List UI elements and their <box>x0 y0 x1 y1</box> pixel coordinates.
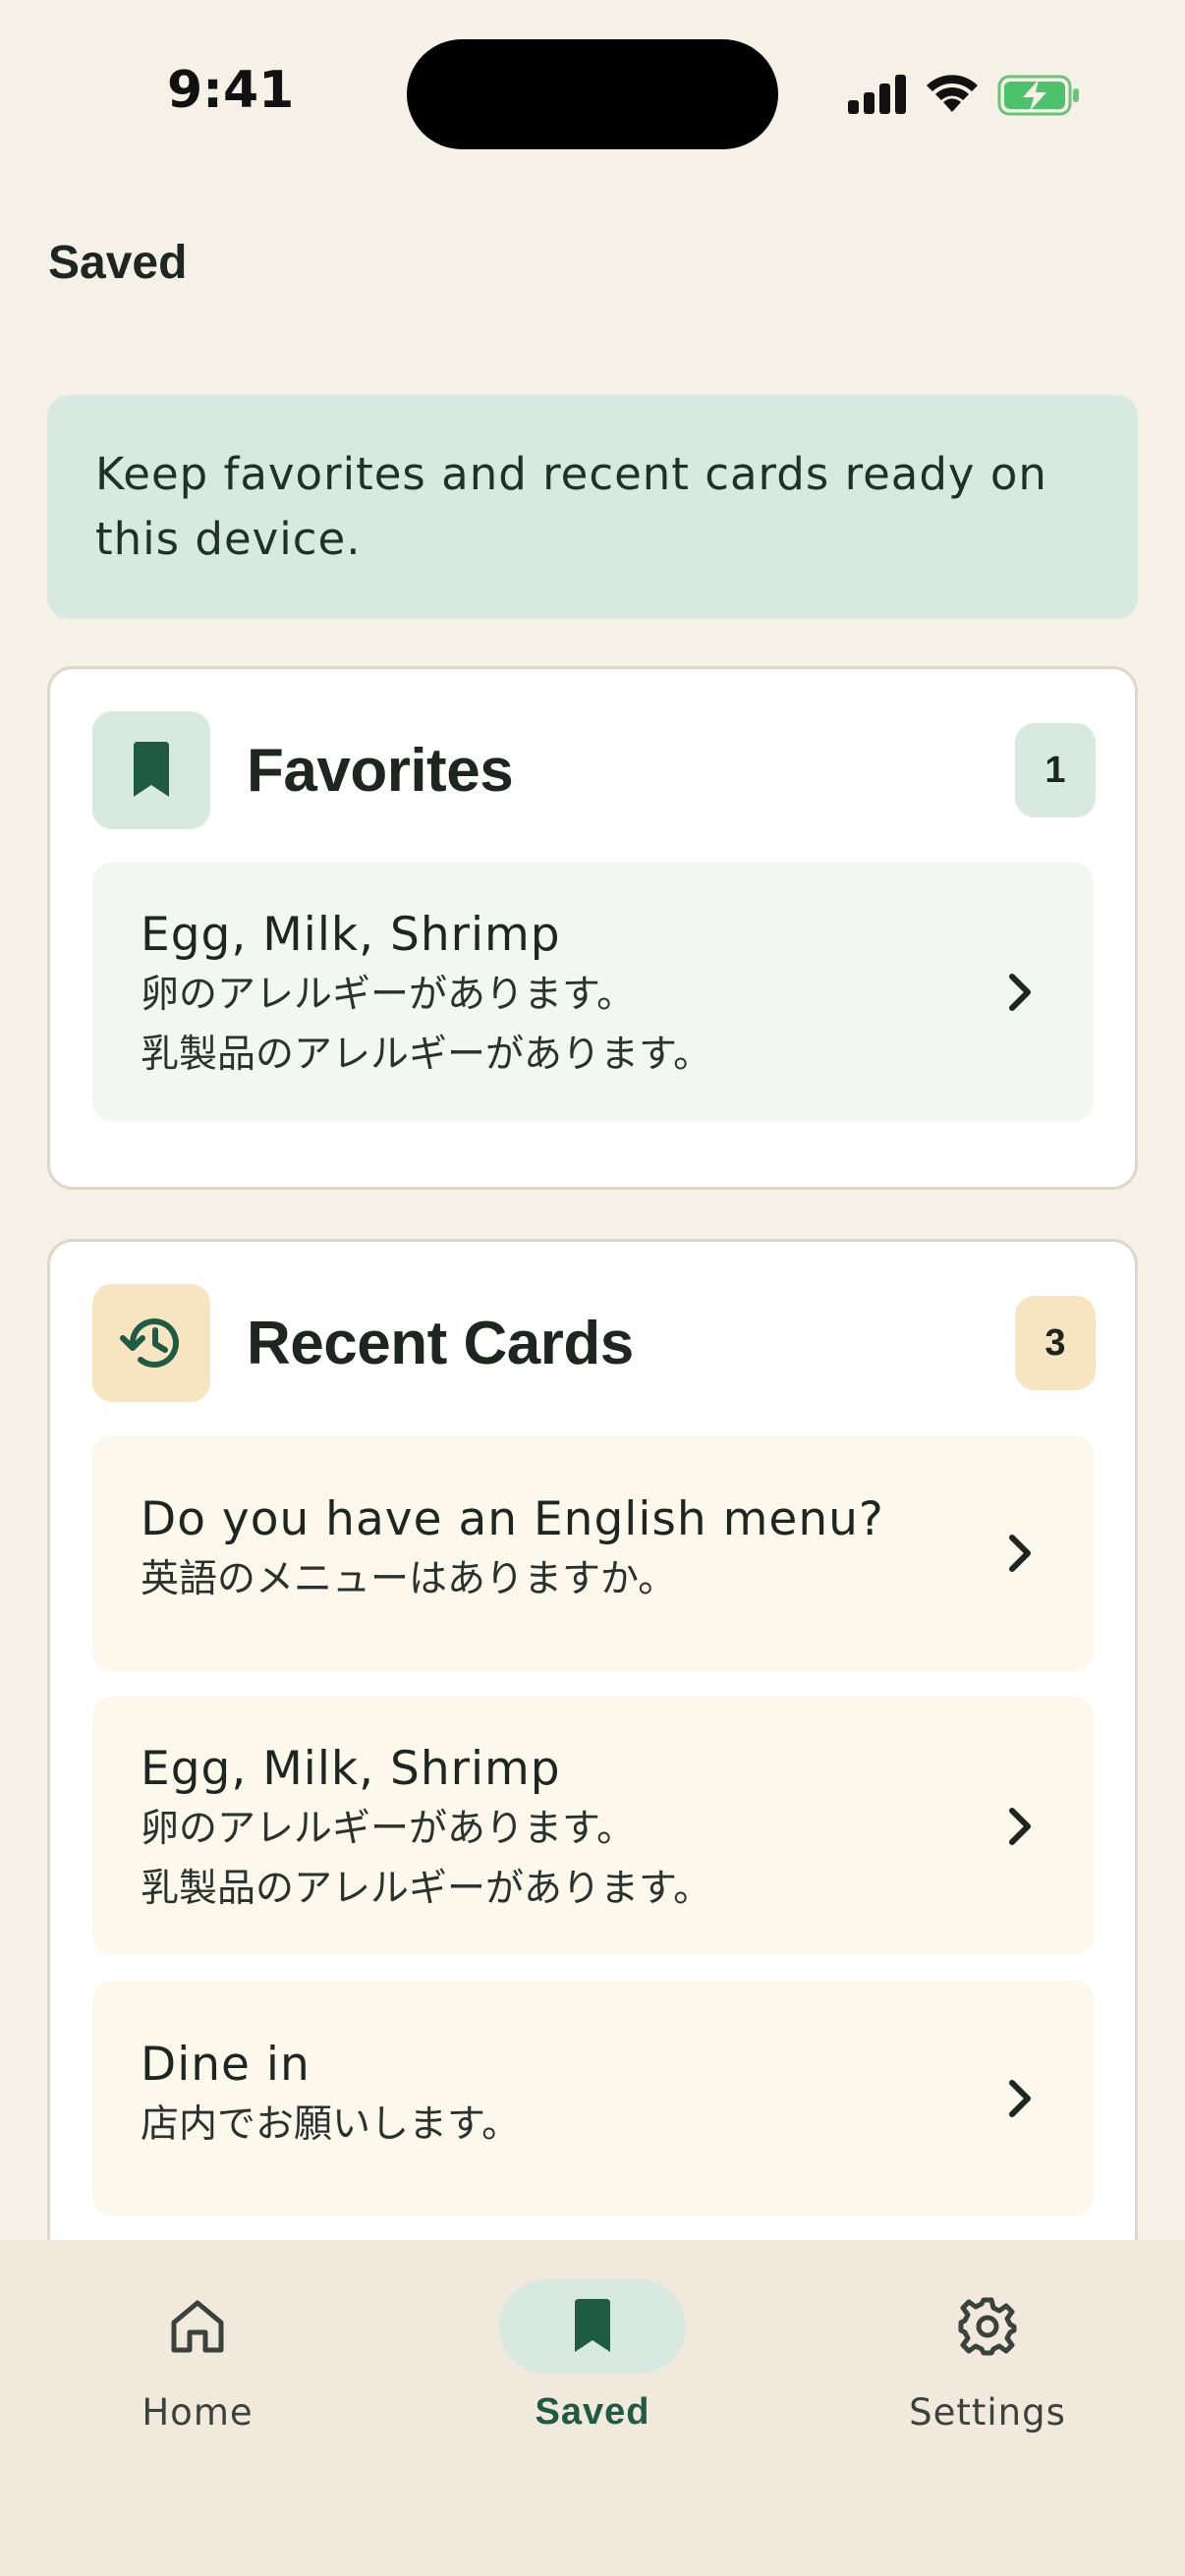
recent-count-badge: 3 <box>1015 1296 1096 1390</box>
favorites-section: Favorites 1 Egg, Milk, Shrimp 卵のアレルギーがあり… <box>47 666 1138 1190</box>
card-japanese-line: 卵のアレルギーがあります。 <box>141 973 636 1017</box>
card-title: Egg, Milk, Shrimp <box>141 1742 561 1796</box>
tab-settings[interactable]: Settings <box>840 2279 1135 2446</box>
history-icon <box>120 1318 179 1369</box>
cellular-signal-icon <box>848 75 906 114</box>
gear-icon <box>958 2297 1017 2356</box>
card-title: Egg, Milk, Shrimp <box>141 908 561 962</box>
chevron-right-icon <box>1009 1535 1031 1572</box>
chevron-right-icon <box>1009 2080 1031 2117</box>
info-banner: Keep favorites and recent cards ready on… <box>47 395 1138 619</box>
card-japanese-line: 卵のアレルギーがあります。 <box>141 1807 636 1851</box>
tab-home-label: Home <box>141 2391 254 2434</box>
status-time: 9:41 <box>167 61 295 120</box>
card-title: Dine in <box>141 2038 310 2092</box>
page-title: Saved <box>48 237 188 289</box>
info-banner-text: Keep favorites and recent cards ready on… <box>95 448 1047 565</box>
card-japanese-line: 店内でお願いします。 <box>141 2102 521 2147</box>
wifi-icon <box>927 75 978 112</box>
card-japanese-line: 乳製品のアレルギーがあります。 <box>141 1867 712 1911</box>
bookmark-icon <box>575 2299 610 2352</box>
favorite-card-item[interactable]: Egg, Milk, Shrimp 卵のアレルギーがあります。 乳製品のアレルギ… <box>92 863 1094 1121</box>
recent-icon-box <box>92 1284 210 1402</box>
saved-screen: 9:41 Saved Keep favorites and recent car… <box>0 0 1185 2576</box>
favorites-icon-box <box>92 711 210 829</box>
recent-card-item[interactable]: Dine in 店内でお願いします。 <box>92 1981 1094 2216</box>
card-japanese-line: 乳製品のアレルギーがあります。 <box>141 1033 712 1077</box>
tab-saved-label: Saved <box>535 2391 650 2433</box>
card-japanese-line: 英語のメニューはありますか。 <box>141 1557 677 1601</box>
chevron-right-icon <box>1009 973 1031 1011</box>
tab-settings-label: Settings <box>909 2391 1066 2434</box>
status-bar: 9:41 <box>0 0 1185 187</box>
dynamic-island <box>407 39 778 149</box>
tab-home[interactable]: Home <box>50 2279 345 2446</box>
recent-card-item[interactable]: Egg, Milk, Shrimp 卵のアレルギーがあります。 乳製品のアレルギ… <box>92 1697 1094 1955</box>
card-title: Do you have an English menu? <box>141 1492 884 1546</box>
favorites-title: Favorites <box>247 737 514 805</box>
chevron-right-icon <box>1009 1807 1031 1845</box>
favorites-count-badge: 1 <box>1015 723 1096 817</box>
tab-saved[interactable]: Saved <box>445 2279 740 2446</box>
recent-card-item[interactable]: Do you have an English menu? 英語のメニューはありま… <box>92 1435 1094 1671</box>
battery-charging-icon <box>997 75 1079 116</box>
home-icon <box>171 2300 224 2353</box>
bottom-tab-bar: Home Saved Settings <box>0 2240 1185 2576</box>
recent-cards-title: Recent Cards <box>247 1310 634 1377</box>
bookmark-icon <box>134 742 169 797</box>
